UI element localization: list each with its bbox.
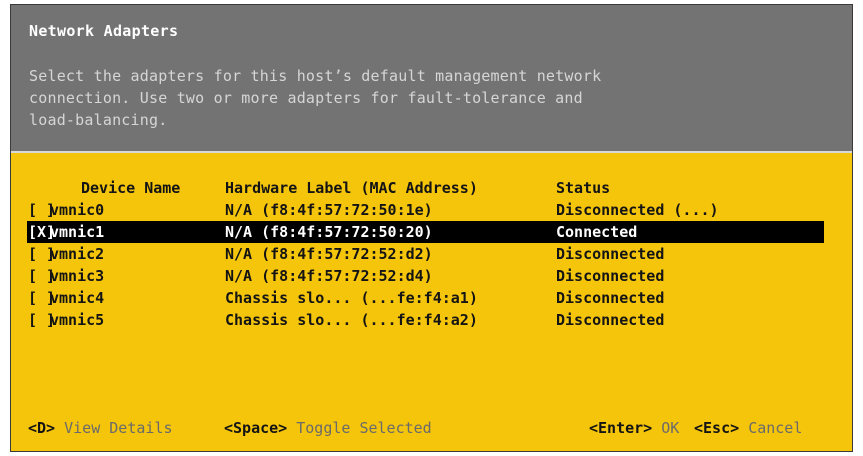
adapter-hardware-label: N/A (f8:4f:57:72:50:20) — [225, 223, 433, 241]
adapter-row-vmnic5[interactable]: [ ] vmnic5 Chassis slo... (...fe:f4:a2) … — [11, 309, 852, 331]
toggle-selected-action: Toggle Selected — [296, 419, 432, 437]
adapter-hardware-label: N/A (f8:4f:57:72:50:1e) — [225, 201, 433, 219]
ok-action: OK — [661, 419, 680, 437]
column-header-status: Status — [556, 179, 611, 197]
adapter-hardware-label: Chassis slo... (...fe:f4:a2) — [225, 311, 478, 329]
network-adapters-dialog: Network Adapters Select the adapters for… — [10, 4, 853, 452]
cancel-key: <Esc> — [694, 419, 740, 437]
adapter-status: Connected — [556, 223, 638, 241]
adapter-device-name: vmnic3 — [50, 267, 105, 285]
adapter-device-name: vmnic2 — [50, 245, 105, 263]
key-hints-bar: <D> View Details <Space> Toggle Selected… — [11, 413, 852, 443]
adapter-device-name: vmnic0 — [50, 201, 105, 219]
view-details-hint[interactable]: <D> View Details — [28, 413, 173, 443]
cancel-hint[interactable]: <Esc> Cancel — [694, 413, 802, 443]
adapter-status: Disconnected — [556, 245, 665, 263]
adapter-device-name: vmnic4 — [50, 289, 105, 307]
adapter-status: Disconnected — [556, 311, 665, 329]
toggle-selected-key: <Space> — [224, 419, 288, 437]
column-header-device-name: Device Name — [81, 179, 181, 197]
adapter-status: Disconnected (...) — [556, 201, 719, 219]
adapter-hardware-label: Chassis slo... (...fe:f4:a1) — [225, 289, 478, 307]
ok-key: <Enter> — [589, 419, 653, 437]
adapter-status: Disconnected — [556, 267, 665, 285]
ok-hint[interactable]: <Enter> OK — [589, 413, 679, 443]
dialog-description: Select the adapters for this host’s defa… — [29, 67, 602, 129]
adapter-row-vmnic0[interactable]: [ ] vmnic0 N/A (f8:4f:57:72:50:1e) Disco… — [11, 199, 852, 221]
view-details-action: View Details — [64, 419, 173, 437]
adapter-device-name: vmnic1 — [50, 223, 105, 241]
adapter-hardware-label: N/A (f8:4f:57:72:52:d4) — [225, 267, 433, 285]
adapter-status: Disconnected — [556, 289, 665, 307]
adapter-hardware-label: N/A (f8:4f:57:72:52:d2) — [225, 245, 433, 263]
adapter-device-name: vmnic5 — [50, 311, 105, 329]
dialog-title: Network Adapters — [29, 22, 179, 40]
adapter-row-vmnic3[interactable]: [ ] vmnic3 N/A (f8:4f:57:72:52:d4) Disco… — [11, 265, 852, 287]
view-details-key: <D> — [28, 419, 56, 437]
adapter-row-vmnic4[interactable]: [ ] vmnic4 Chassis slo... (...fe:f4:a1) … — [11, 287, 852, 309]
adapter-row-vmnic2[interactable]: [ ] vmnic2 N/A (f8:4f:57:72:52:d2) Disco… — [11, 243, 852, 265]
adapters-table: Device Name Hardware Label (MAC Address)… — [11, 177, 852, 331]
adapter-row-vmnic1[interactable]: [X] vmnic1 N/A (f8:4f:57:72:50:20) Conne… — [27, 221, 824, 243]
table-header-row: Device Name Hardware Label (MAC Address)… — [11, 177, 852, 199]
toggle-selected-hint[interactable]: <Space> Toggle Selected — [224, 413, 432, 443]
cancel-action: Cancel — [748, 419, 803, 437]
column-header-hardware-label: Hardware Label (MAC Address) — [225, 179, 478, 197]
dialog-header: Network Adapters Select the adapters for… — [11, 5, 852, 153]
